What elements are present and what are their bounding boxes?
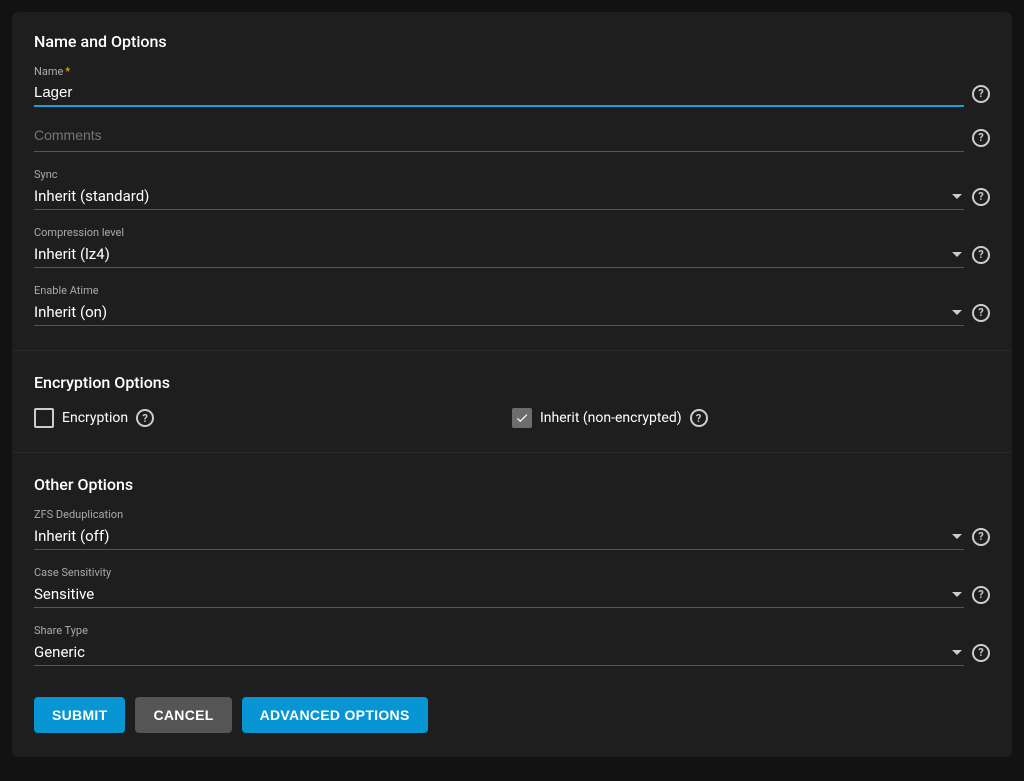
- help-icon[interactable]: [972, 85, 990, 103]
- field-compression: Compression level Inherit (lz4): [34, 226, 990, 268]
- compression-label: Compression level: [34, 226, 990, 239]
- section-divider: [12, 452, 1012, 453]
- sharetype-label: Share Type: [34, 624, 990, 637]
- encryption-checkbox[interactable]: [34, 408, 54, 428]
- section-divider: [12, 350, 1012, 351]
- help-icon[interactable]: [972, 188, 990, 206]
- chevron-down-icon: [952, 252, 962, 257]
- field-dedup: ZFS Deduplication Inherit (off): [34, 508, 990, 550]
- field-sharetype: Share Type Generic: [34, 624, 990, 666]
- help-icon[interactable]: [136, 409, 154, 427]
- chevron-down-icon: [952, 194, 962, 199]
- casesens-value: Sensitive: [34, 585, 94, 603]
- sharetype-value: Generic: [34, 643, 85, 661]
- help-icon[interactable]: [972, 246, 990, 264]
- encryption-cell: Encryption: [34, 408, 512, 428]
- field-casesens: Case Sensitivity Sensitive: [34, 566, 990, 608]
- atime-value: Inherit (on): [34, 303, 107, 321]
- encryption-label: Encryption: [62, 410, 128, 426]
- name-label: Name*: [34, 65, 990, 78]
- advanced-options-button[interactable]: ADVANCED OPTIONS: [242, 697, 428, 733]
- help-icon[interactable]: [690, 409, 708, 427]
- required-star-icon: *: [65, 65, 70, 78]
- dedup-value: Inherit (off): [34, 527, 109, 545]
- atime-select[interactable]: Inherit (on): [34, 299, 964, 326]
- form-card: Name and Options Name* Sync Inherit (sta…: [12, 12, 1012, 757]
- sharetype-select[interactable]: Generic: [34, 639, 964, 666]
- atime-label: Enable Atime: [34, 284, 990, 297]
- check-icon: [515, 411, 529, 425]
- comments-input[interactable]: [34, 123, 964, 152]
- section-other-title: Other Options: [34, 475, 990, 494]
- dedup-label: ZFS Deduplication: [34, 508, 990, 521]
- field-atime: Enable Atime Inherit (on): [34, 284, 990, 326]
- inherit-label: Inherit (non-encrypted): [540, 410, 682, 426]
- help-icon[interactable]: [972, 129, 990, 147]
- dedup-select[interactable]: Inherit (off): [34, 523, 964, 550]
- submit-button[interactable]: SUBMIT: [34, 697, 125, 733]
- inherit-cell: Inherit (non-encrypted): [512, 408, 990, 428]
- field-sync: Sync Inherit (standard): [34, 168, 990, 210]
- help-icon[interactable]: [972, 586, 990, 604]
- section-encryption-title: Encryption Options: [34, 373, 990, 392]
- compression-select[interactable]: Inherit (lz4): [34, 241, 964, 268]
- sync-label: Sync: [34, 168, 990, 181]
- inherit-checkbox[interactable]: [512, 408, 532, 428]
- sync-select[interactable]: Inherit (standard): [34, 183, 964, 210]
- sync-value: Inherit (standard): [34, 187, 149, 205]
- encryption-row: Encryption Inherit (non-encrypted): [34, 408, 990, 428]
- help-icon[interactable]: [972, 304, 990, 322]
- section-name-and-options-title: Name and Options: [34, 32, 990, 51]
- cancel-button[interactable]: CANCEL: [135, 697, 231, 733]
- compression-value: Inherit (lz4): [34, 245, 110, 263]
- chevron-down-icon: [952, 650, 962, 655]
- casesens-select[interactable]: Sensitive: [34, 581, 964, 608]
- field-comments: [34, 123, 990, 152]
- casesens-label: Case Sensitivity: [34, 566, 990, 579]
- chevron-down-icon: [952, 310, 962, 315]
- help-icon[interactable]: [972, 644, 990, 662]
- button-row: SUBMIT CANCEL ADVANCED OPTIONS: [34, 697, 428, 733]
- help-icon[interactable]: [972, 528, 990, 546]
- field-name: Name*: [34, 65, 990, 107]
- name-label-text: Name: [34, 65, 63, 78]
- chevron-down-icon: [952, 592, 962, 597]
- chevron-down-icon: [952, 534, 962, 539]
- name-input[interactable]: [34, 80, 964, 107]
